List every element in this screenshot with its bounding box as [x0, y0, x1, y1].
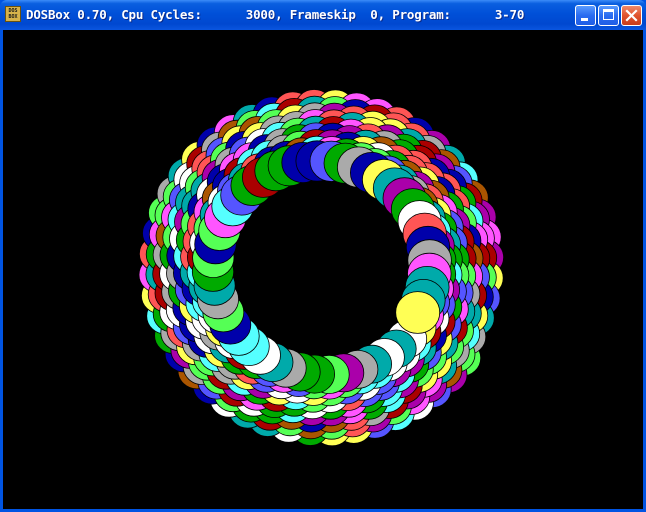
- window-title: DOSBox 0.70, Cpu Cycles: 3000, Frameskip…: [26, 7, 525, 22]
- circle-ring-graphic: [138, 89, 505, 447]
- ring-circle: [395, 291, 441, 334]
- minimize-button[interactable]: [575, 5, 596, 26]
- close-icon: [625, 9, 638, 22]
- close-button[interactable]: [621, 5, 642, 26]
- maximize-icon: [603, 9, 614, 20]
- title-bar[interactable]: DOS BOX DOSBox 0.70, Cpu Cycles: 3000, F…: [0, 0, 646, 30]
- dosbox-window: DOS BOX DOSBox 0.70, Cpu Cycles: 3000, F…: [0, 0, 646, 512]
- dosbox-app-icon[interactable]: DOS BOX: [5, 6, 21, 22]
- minimize-icon: [581, 18, 588, 21]
- maximize-button[interactable]: [598, 5, 619, 26]
- dos-screen[interactable]: [3, 30, 643, 509]
